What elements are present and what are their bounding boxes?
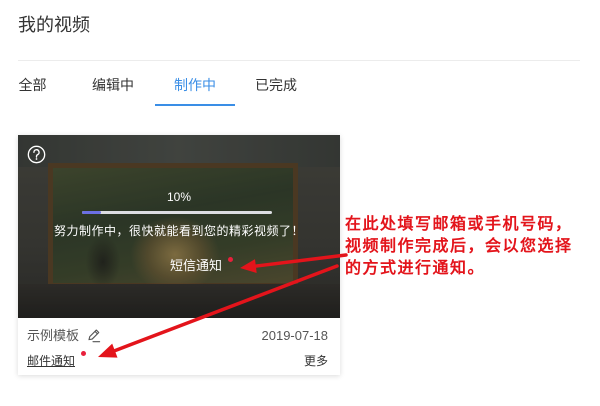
template-name: 示例模板 [27, 328, 80, 343]
annotation-line: 视频制作完成后，会以您选择 [345, 238, 573, 255]
page-title: 我的视频 [18, 15, 90, 35]
email-notify-dot [81, 351, 86, 356]
video-date: 2019-07-18 [261, 328, 329, 343]
tab-completed[interactable]: 已完成 [236, 70, 316, 106]
status-tabs: 全部 编辑中 制作中 已完成 [0, 70, 340, 106]
annotation-line: 的方式进行通知。 [345, 260, 486, 277]
more-button[interactable]: 更多 [304, 353, 328, 369]
sms-notify-link[interactable]: 短信通知 [170, 258, 222, 274]
video-thumbnail[interactable]: 10% 努力制作中，很快就能看到您的精彩视频了！ 短信通知 [18, 135, 340, 318]
sms-notify-dot [228, 257, 233, 262]
pencil-icon[interactable] [86, 328, 101, 343]
tab-producing[interactable]: 制作中 [155, 70, 235, 106]
progress-fill [82, 211, 101, 214]
progress-percent: 10% [166, 190, 192, 204]
tab-all[interactable]: 全部 [0, 70, 65, 106]
progress-bar [82, 211, 272, 214]
header-divider [18, 60, 580, 61]
annotation-note: 在此处填写邮箱或手机号码， 视频制作完成后，会以您选择 的方式进行通知。 [345, 214, 595, 280]
annotation-line: 在此处填写邮箱或手机号码， [345, 216, 573, 233]
tab-editing[interactable]: 编辑中 [73, 70, 153, 106]
video-card: 10% 努力制作中，很快就能看到您的精彩视频了！ 短信通知 示例模板 2019-… [18, 135, 340, 375]
production-status-message: 努力制作中，很快就能看到您的精彩视频了！ [53, 224, 304, 238]
question-circle-icon[interactable] [27, 145, 46, 164]
email-notify-link[interactable]: 邮件通知 [27, 353, 75, 369]
